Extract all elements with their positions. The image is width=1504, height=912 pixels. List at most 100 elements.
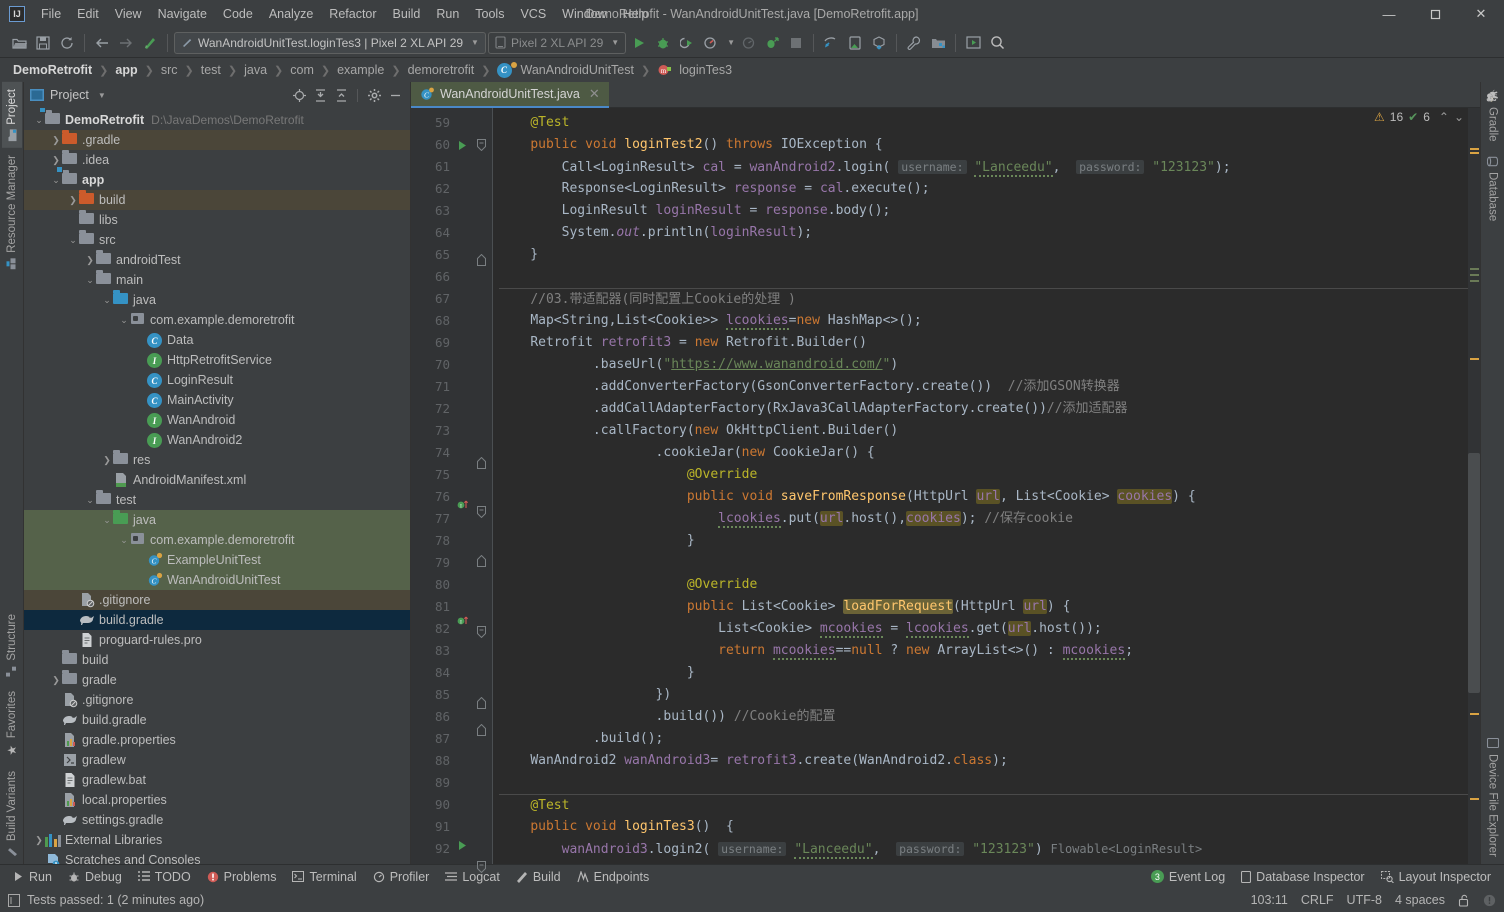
tree-row-build[interactable]: ❯ build: [24, 190, 410, 210]
tree-row-external-libraries[interactable]: ❯ External Libraries: [24, 830, 410, 850]
tree-row-app[interactable]: ⌄ app: [24, 166, 410, 190]
tree-row-test[interactable]: ⌄ test: [24, 490, 410, 510]
tree-row-demoretrofit[interactable]: ⌄ DemoRetrofit D:\JavaDemos\DemoRetrofit: [24, 108, 410, 130]
code-line[interactable]: lcookies.put(url.host(),cookies); //保存co…: [499, 508, 1480, 530]
tree-row-androidtest[interactable]: ❯ androidTest: [24, 250, 410, 270]
chevron-right-icon[interactable]: ❯: [50, 675, 62, 686]
chevron-right-icon[interactable]: ❯: [50, 155, 62, 166]
code-line[interactable]: List<Cookie> mcookies = lcookies.get(url…: [499, 618, 1480, 640]
code-line[interactable]: @Test: [499, 794, 1480, 816]
tree-row-gradlew[interactable]: gradlew: [24, 750, 410, 770]
tree-row-local-properties[interactable]: local.properties: [24, 790, 410, 810]
sync-gradle-icon[interactable]: [820, 32, 842, 54]
menu-tools[interactable]: Tools: [467, 3, 512, 25]
chevron-right-icon[interactable]: ❯: [67, 195, 79, 206]
tree-row-wanandroid2[interactable]: I WanAndroid2: [24, 430, 410, 450]
tree-row-httpretrofitservice[interactable]: I HttpRetrofitService: [24, 350, 410, 370]
code-line[interactable]: Call<LoginResult> cal = wanAndroid2.logi…: [499, 156, 1480, 178]
chevron-right-icon[interactable]: ❯: [101, 455, 113, 466]
sync-icon[interactable]: [56, 32, 78, 54]
code-line[interactable]: Map<String,List<Cookie>> lcookies=new Ha…: [499, 310, 1480, 332]
bottom-tab-layout-inspector[interactable]: Layout Inspector: [1374, 868, 1498, 886]
code-line[interactable]: .baseUrl("https://www.wanandroid.com/"): [499, 354, 1480, 376]
inspection-widget[interactable]: ⚠ 16 ✔ 6 ⌃ ⌄: [1374, 110, 1464, 124]
menu-run[interactable]: Run: [428, 3, 467, 25]
code-line[interactable]: }: [499, 662, 1480, 684]
tree-row-java[interactable]: ⌄ java: [24, 510, 410, 530]
fold-end-icon[interactable]: [477, 697, 492, 719]
bottom-tab-debug[interactable]: Debug: [61, 868, 129, 886]
breadcrumb-item-0[interactable]: DemoRetrofit: [10, 62, 95, 78]
bottom-tab-problems[interactable]: Problems: [200, 868, 284, 886]
chevron-down-icon[interactable]: ⌄: [101, 515, 113, 526]
fold-collapse-icon[interactable]: [477, 139, 492, 161]
menu-refactor[interactable]: Refactor: [321, 3, 384, 25]
breadcrumb-item-8[interactable]: WanAndroidUnitTest: [518, 62, 637, 78]
breadcrumb-item-1[interactable]: app: [112, 62, 140, 78]
sidebar-item-favorites[interactable]: ★ Favorites: [1, 684, 23, 764]
sidebar-item-resource-manager[interactable]: Resource Manager: [2, 148, 22, 276]
sidebar-item-structure[interactable]: Structure: [1, 607, 23, 684]
fold-collapse-icon[interactable]: [477, 861, 492, 883]
wrench-icon[interactable]: [903, 32, 925, 54]
expand-all-icon[interactable]: [311, 86, 329, 104]
tree-row-androidmanifest-xml[interactable]: AndroidManifest.xml: [24, 470, 410, 490]
tree-row-build-gradle[interactable]: build.gradle: [24, 710, 410, 730]
menu-help[interactable]: Help: [615, 3, 657, 25]
tree-row-data[interactable]: C Data: [24, 330, 410, 350]
bottom-tab-terminal[interactable]: Terminal: [285, 868, 363, 886]
layout-editor-icon[interactable]: [962, 32, 984, 54]
device-selector[interactable]: Pixel 2 XL API 29 ▼: [487, 31, 627, 54]
tree-row-loginresult[interactable]: C LoginResult: [24, 370, 410, 390]
code-line[interactable]: }: [499, 530, 1480, 552]
chevron-right-icon[interactable]: ❯: [84, 255, 96, 266]
forward-icon[interactable]: [115, 32, 137, 54]
bottom-tab-run[interactable]: Run: [6, 868, 59, 886]
bottom-tab-todo[interactable]: TODO: [131, 868, 198, 886]
menu-window[interactable]: Window: [554, 3, 614, 25]
update-project-icon[interactable]: [139, 32, 161, 54]
code-line[interactable]: return mcookies==null ? new ArrayList<>(…: [499, 640, 1480, 662]
code-line[interactable]: .addConverterFactory(GsonConverterFactor…: [499, 376, 1480, 398]
run-coverage-icon[interactable]: [676, 32, 698, 54]
code-line[interactable]: .build()) //Cookie的配置: [499, 706, 1480, 728]
bottom-tab-database-inspector[interactable]: Database Inspector: [1234, 868, 1371, 886]
code-line[interactable]: .cookieJar(new CookieJar() {: [499, 442, 1480, 464]
breadcrumb-item-9[interactable]: loginTes3: [676, 62, 735, 78]
tree-row-libs[interactable]: libs: [24, 210, 410, 230]
bottom-tab-build[interactable]: Build: [509, 868, 568, 886]
menu-code[interactable]: Code: [215, 3, 261, 25]
search-everywhere-icon[interactable]: [986, 32, 1008, 54]
bottom-tab-endpoints[interactable]: Endpoints: [570, 868, 657, 886]
tree-row-exampleunittest[interactable]: C ExampleUnitTest: [24, 550, 410, 570]
code-line[interactable]: public List<Cookie> loadForRequest(HttpU…: [499, 596, 1480, 618]
menu-build[interactable]: Build: [385, 3, 429, 25]
bottom-tab-event-log[interactable]: 3 Event Log: [1144, 868, 1232, 886]
tree-row-gradle[interactable]: ❯ gradle: [24, 670, 410, 690]
tree-row-src[interactable]: ⌄ src: [24, 230, 410, 250]
close-icon[interactable]: ✕: [589, 86, 600, 102]
run-configuration-selector[interactable]: WanAndroidUnitTest.loginTes3 | Pixel 2 X…: [174, 31, 486, 54]
fold-collapse-icon[interactable]: [477, 506, 492, 528]
minimize-button[interactable]: —: [1366, 0, 1412, 28]
url-literal[interactable]: https://www.wanandroid.com/: [671, 357, 882, 372]
tree-row--gitignore[interactable]: .gitignore: [24, 590, 410, 610]
profile-dropdown-icon[interactable]: ▼: [727, 38, 735, 47]
tree-row--gradle[interactable]: ❯ .gradle: [24, 130, 410, 150]
project-structure-icon[interactable]: [927, 32, 949, 54]
chevron-down-icon[interactable]: ⌄: [84, 275, 96, 286]
tree-row-proguard-rules-pro[interactable]: proguard-rules.pro: [24, 630, 410, 650]
file-encoding[interactable]: UTF-8: [1347, 893, 1382, 907]
run-gutter[interactable]: II: [457, 108, 477, 864]
fold-collapse-icon[interactable]: [477, 626, 492, 648]
code-line[interactable]: .addCallAdapterFactory(RxJava3CallAdapte…: [499, 398, 1480, 420]
breadcrumb-item-5[interactable]: com: [287, 62, 317, 78]
caret-position[interactable]: 103:11: [1251, 893, 1288, 907]
implements-marker-icon[interactable]: I: [457, 498, 477, 520]
tree-row-build[interactable]: build: [24, 650, 410, 670]
fold-gutter[interactable]: [477, 108, 493, 873]
chevron-down-icon[interactable]: ⌄: [101, 295, 113, 306]
hide-panel-icon[interactable]: [386, 86, 404, 104]
prev-problem-icon[interactable]: ⌃: [1439, 110, 1449, 124]
code-line[interactable]: }: [499, 244, 1480, 266]
